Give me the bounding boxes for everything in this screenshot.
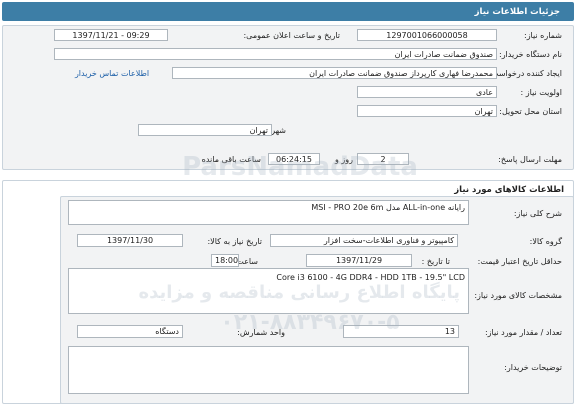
buyer-contact-link[interactable]: اطلاعات تماس خریدار [56, 68, 168, 80]
goods-spec-label: مشخصات کالای مورد نیاز: [474, 291, 562, 300]
quantity-label: تعداد / مقدار مورد نیاز: [484, 328, 562, 337]
watermark-brand: ParsNamadData [182, 152, 418, 182]
delivery-province-label: استان محل تحویل: [499, 107, 562, 116]
goods-section-title: اطلاعات کالاهای مورد نیاز [454, 185, 564, 195]
buyer-notes-label: توضیحات خریدار: [504, 363, 562, 372]
need-date-label: تاریخ نیاز به کالا: [207, 237, 262, 246]
need-summary-label: شرح کلی نیاز: [513, 209, 562, 218]
delivery-city-field: تهران [138, 124, 272, 136]
delivery-province-field: تهران [357, 105, 497, 117]
need-date-field: 1397/11/30 [77, 234, 183, 247]
need-number-field: 1297001066000058 [357, 29, 497, 41]
priority-field: عادی [357, 86, 497, 98]
need-number-label: شماره نیاز: [524, 31, 562, 40]
priority-label: اولویت نیاز : [520, 88, 562, 97]
request-creator-field: محمدرضا فهاری کارپرداز صندوق ضمانت صادرا… [172, 67, 497, 79]
hour-field: 18:00 [211, 254, 239, 267]
request-creator-label: ایجاد کننده درخواست: [488, 69, 562, 78]
watermark-phone: ۰۲۱-۸۸۳۴۹۶۷۰-۵ [220, 310, 400, 335]
until-date-field: 1397/11/29 [306, 254, 412, 267]
min-price-validity-label: حداقل تاریخ اعتبار قیمت: [477, 257, 562, 266]
announce-date-field: 1397/11/21 - 09:29 [54, 29, 168, 41]
goods-group-field: کامپیوتر و فناوری اطلاعات-سخت افزار [270, 234, 458, 247]
watermark-tagline: پایگاه اطلاع رسانی مناقصه و مزایده [138, 282, 460, 303]
need-summary-field: رایانه ALL-in-one مدل MSI - PRO 20e 6m [68, 200, 469, 225]
buyer-name-field: صندوق ضمانت صادرات ایران [54, 48, 497, 60]
response-deadline-label: مهلت ارسال پاسخ: [498, 155, 562, 164]
announce-date-label: تاریخ و ساعت اعلان عمومی: [243, 31, 340, 40]
page-title: جزئیات اطلاعات نیاز [474, 7, 560, 17]
page-header: جزئیات اطلاعات نیاز [2, 2, 574, 21]
buyer-name-label: نام دستگاه خریدار: [499, 50, 562, 59]
until-date-label: تا تاریخ : [421, 257, 450, 266]
goods-group-label: گروه کالا: [529, 237, 562, 246]
buyer-notes-field [68, 346, 469, 394]
